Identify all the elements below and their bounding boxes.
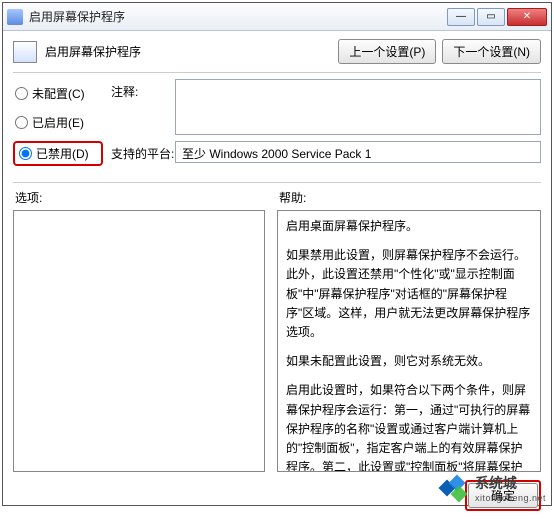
radio-not-configured-label[interactable]: 未配置(C) [32, 85, 85, 102]
page-title: 启用屏幕保护程序 [45, 43, 338, 60]
help-text: 如果未配置此设置，则它对系统无效。 [286, 352, 532, 371]
minimize-button[interactable]: — [447, 8, 475, 26]
radio-enabled-label[interactable]: 已启用(E) [32, 114, 84, 131]
radio-disabled-input[interactable] [19, 147, 32, 160]
help-text: 启用桌面屏幕保护程序。 [286, 217, 532, 236]
help-text: 如果禁用此设置，则屏幕保护程序不会运行。此外，此设置还禁用"个性化"或"显示控制… [286, 246, 532, 342]
comment-textarea[interactable] [175, 79, 541, 135]
help-label: 帮助: [277, 189, 541, 206]
state-radio-group: 未配置(C) 已启用(E) 已禁用(D) [13, 79, 103, 174]
policy-icon [13, 41, 37, 63]
radio-disabled-label[interactable]: 已禁用(D) [36, 145, 89, 162]
ok-highlight: 确定 [465, 480, 541, 511]
footer: 确定 [3, 472, 551, 519]
ok-button[interactable]: 确定 [468, 483, 538, 508]
header-row: 启用屏幕保护程序 上一个设置(P) 下一个设置(N) [13, 39, 541, 64]
next-setting-button[interactable]: 下一个设置(N) [442, 39, 541, 64]
divider [13, 72, 541, 73]
maximize-button[interactable]: ▭ [477, 8, 505, 26]
titlebar[interactable]: 启用屏幕保护程序 — ▭ ✕ [3, 3, 551, 31]
options-panel [13, 210, 265, 472]
radio-disabled[interactable]: 已禁用(D) [13, 141, 103, 166]
radio-not-configured[interactable]: 未配置(C) [13, 83, 103, 104]
close-button[interactable]: ✕ [507, 8, 547, 26]
options-label: 选项: [13, 189, 271, 206]
platform-label: 支持的平台: [111, 141, 175, 163]
window-title: 启用屏幕保护程序 [29, 8, 447, 25]
radio-enabled-input[interactable] [15, 116, 28, 129]
window-controls: — ▭ ✕ [447, 8, 547, 26]
help-text: 启用此设置时，如果符合以下两个条件，则屏幕保护程序会运行：第一，通过"可执行的屏… [286, 381, 532, 472]
radio-enabled[interactable]: 已启用(E) [13, 112, 103, 133]
radio-not-configured-input[interactable] [15, 87, 28, 100]
previous-setting-button[interactable]: 上一个设置(P) [338, 39, 436, 64]
app-icon [7, 9, 23, 25]
dialog-window: 启用屏幕保护程序 — ▭ ✕ 启用屏幕保护程序 上一个设置(P) 下一个设置(N… [2, 2, 552, 506]
help-panel[interactable]: 启用桌面屏幕保护程序。 如果禁用此设置，则屏幕保护程序不会运行。此外，此设置还禁… [277, 210, 541, 472]
comment-label: 注释: [111, 79, 175, 135]
platform-value: 至少 Windows 2000 Service Pack 1 [175, 141, 541, 163]
divider [13, 182, 541, 183]
